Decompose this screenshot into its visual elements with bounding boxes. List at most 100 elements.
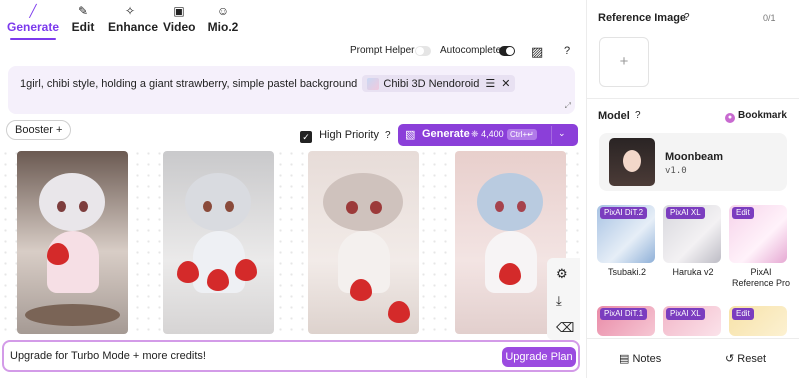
model-option-thumbnail: PixAI DiT.2 [597, 205, 655, 263]
figure-eye [370, 201, 382, 214]
help-icon[interactable]: ? [684, 12, 690, 23]
strawberry [499, 263, 521, 285]
bookmark-button[interactable]: ● Bookmark [725, 110, 787, 123]
model-badge: PixAI XL [666, 207, 705, 219]
model-option[interactable]: PixAI XL [663, 306, 723, 336]
prompt-text[interactable]: 1girl, chibi style, holding a giant stra… [20, 78, 357, 90]
model-option-thumbnail: PixAI DiT.1 [597, 306, 655, 336]
generate-label: Generate [422, 128, 470, 140]
gallery-image[interactable] [163, 151, 274, 334]
model-option[interactable]: PixAI DiT.1 [597, 306, 657, 336]
model-option-label: Tsubaki.2 [607, 267, 647, 277]
tab-label: Video [163, 20, 196, 34]
layout-icon[interactable]: ▨ [531, 44, 543, 60]
model-badge: Edit [732, 308, 754, 320]
figure-eye [495, 201, 504, 212]
tab-edit[interactable]: ✎ Edit [70, 4, 96, 38]
settings-panel: Reference Image ? 0/1 + Model ? ● Bookmar… [586, 0, 799, 378]
plus-icon: + [619, 53, 629, 70]
upgrade-banner: Upgrade for Turbo Mode + more credits! U… [2, 340, 580, 372]
booster-button[interactable]: Booster + [6, 120, 72, 140]
button-divider [551, 126, 552, 144]
figure-eye [346, 201, 358, 214]
autocomplete-toggle[interactable] [499, 46, 515, 56]
style-thumbnail [367, 77, 380, 90]
booster-label: Booster [15, 124, 53, 136]
high-priority-option[interactable]: ✓ High Priority ? [300, 127, 391, 143]
upgrade-plan-button[interactable]: Upgrade Plan [502, 347, 576, 367]
wand-icon: ╱ [29, 4, 37, 18]
figure-eye [79, 201, 88, 212]
model-option-thumbnail: PixAI XL [663, 205, 721, 263]
prompt-helper-toggle[interactable] [415, 46, 431, 56]
figure-eye [225, 201, 234, 212]
tab-mio[interactable]: ☺ Mio.2 [207, 4, 239, 38]
model-option[interactable]: PixAI XL Haruka v2 [663, 205, 723, 278]
pencil-icon: ✎ [77, 4, 89, 18]
model-badge: PixAI DiT.1 [600, 308, 648, 320]
sparkle-icon: ✧ [124, 4, 136, 18]
figure-head [477, 173, 543, 231]
model-option[interactable]: Edit [729, 306, 789, 336]
gallery-image[interactable] [308, 151, 419, 334]
notes-button[interactable]: ▤ Notes [619, 352, 661, 365]
upgrade-message: Upgrade for Turbo Mode + more credits! [10, 350, 206, 362]
image-action-toolbar: ⚙ ⤓ ⌫ [547, 258, 580, 340]
prompt-input[interactable]: 1girl, chibi style, holding a giant stra… [8, 66, 575, 114]
help-icon[interactable]: ? [385, 130, 391, 141]
figure-head [323, 173, 403, 231]
section-divider [587, 98, 799, 99]
tab-label: Generate [6, 20, 60, 34]
tab-label: Mio.2 [207, 20, 239, 34]
add-reference-image-button[interactable]: + [599, 37, 649, 87]
image-gallery [0, 148, 586, 338]
figure-head [185, 173, 251, 231]
style-chip[interactable]: Chibi 3D Nendoroid ☰ ✕ [362, 75, 516, 92]
generate-button[interactable]: ▧ Generate ❈ 4,400 Ctrl+↵ ⌄ [398, 124, 578, 146]
credit-icon: ❈ [471, 129, 479, 139]
strawberry [47, 243, 69, 265]
chevron-down-icon[interactable]: ⌄ [558, 128, 566, 139]
model-name: Moonbeam [665, 151, 724, 163]
tab-enhance[interactable]: ✧ Enhance [108, 4, 158, 38]
model-thumbnail-face [623, 150, 641, 172]
edit-image-icon[interactable]: ⚙ [556, 266, 568, 282]
model-option[interactable]: PixAI DiT.2 Tsubaki.2 [597, 205, 657, 278]
settings-icon[interactable]: ☰ [485, 77, 495, 90]
tab-generate[interactable]: ╱ Generate [6, 4, 60, 40]
figure-head [39, 173, 105, 231]
style-chip-label: Chibi 3D Nendoroid [383, 77, 480, 90]
credit-cost: ❈ 4,400 [471, 129, 504, 140]
bookmark-label: Bookmark [738, 110, 787, 121]
download-icon[interactable]: ⤓ [556, 293, 562, 309]
figure-eye [517, 201, 526, 212]
strawberry [235, 259, 257, 281]
model-option-thumbnail: PixAI XL [663, 306, 721, 336]
high-priority-checkbox[interactable]: ✓ [300, 131, 312, 143]
model-option-thumbnail: Edit [729, 205, 787, 263]
tab-bar: ╱ Generate ✎ Edit ✧ Enhance ▣ Video ☺ Mi… [0, 0, 260, 40]
close-icon[interactable]: ✕ [501, 77, 510, 90]
help-icon[interactable]: ? [564, 45, 570, 57]
model-option[interactable]: Edit PixAI Reference Pro [729, 205, 793, 289]
autocomplete-label: Autocomplete [440, 45, 502, 56]
model-option-thumbnail: Edit [729, 306, 787, 336]
panel-footer: ▤ Notes ↺ Reset [587, 338, 799, 378]
notes-icon: ▤ [619, 353, 630, 365]
model-title: Model [598, 110, 630, 122]
help-icon[interactable]: ? [635, 110, 641, 121]
tab-video[interactable]: ▣ Video [163, 4, 195, 38]
strawberry [177, 261, 199, 283]
figure-eye [203, 201, 212, 212]
mio-icon: ☺ [216, 4, 230, 18]
model-thumbnail [609, 138, 655, 186]
selected-model-card[interactable]: Moonbeam v1.0 [599, 133, 787, 191]
plus-icon: + [55, 124, 63, 136]
resize-handle-icon[interactable]: ⤢ [565, 101, 571, 111]
model-badge: PixAI DiT.2 [600, 207, 648, 219]
gallery-image[interactable] [17, 151, 128, 334]
delete-icon[interactable]: ⌫ [556, 320, 574, 336]
reset-button[interactable]: ↺ Reset [725, 352, 766, 365]
high-priority-label: High Priority [319, 129, 379, 141]
main-pane: ╱ Generate ✎ Edit ✧ Enhance ▣ Video ☺ Mi… [0, 0, 586, 378]
